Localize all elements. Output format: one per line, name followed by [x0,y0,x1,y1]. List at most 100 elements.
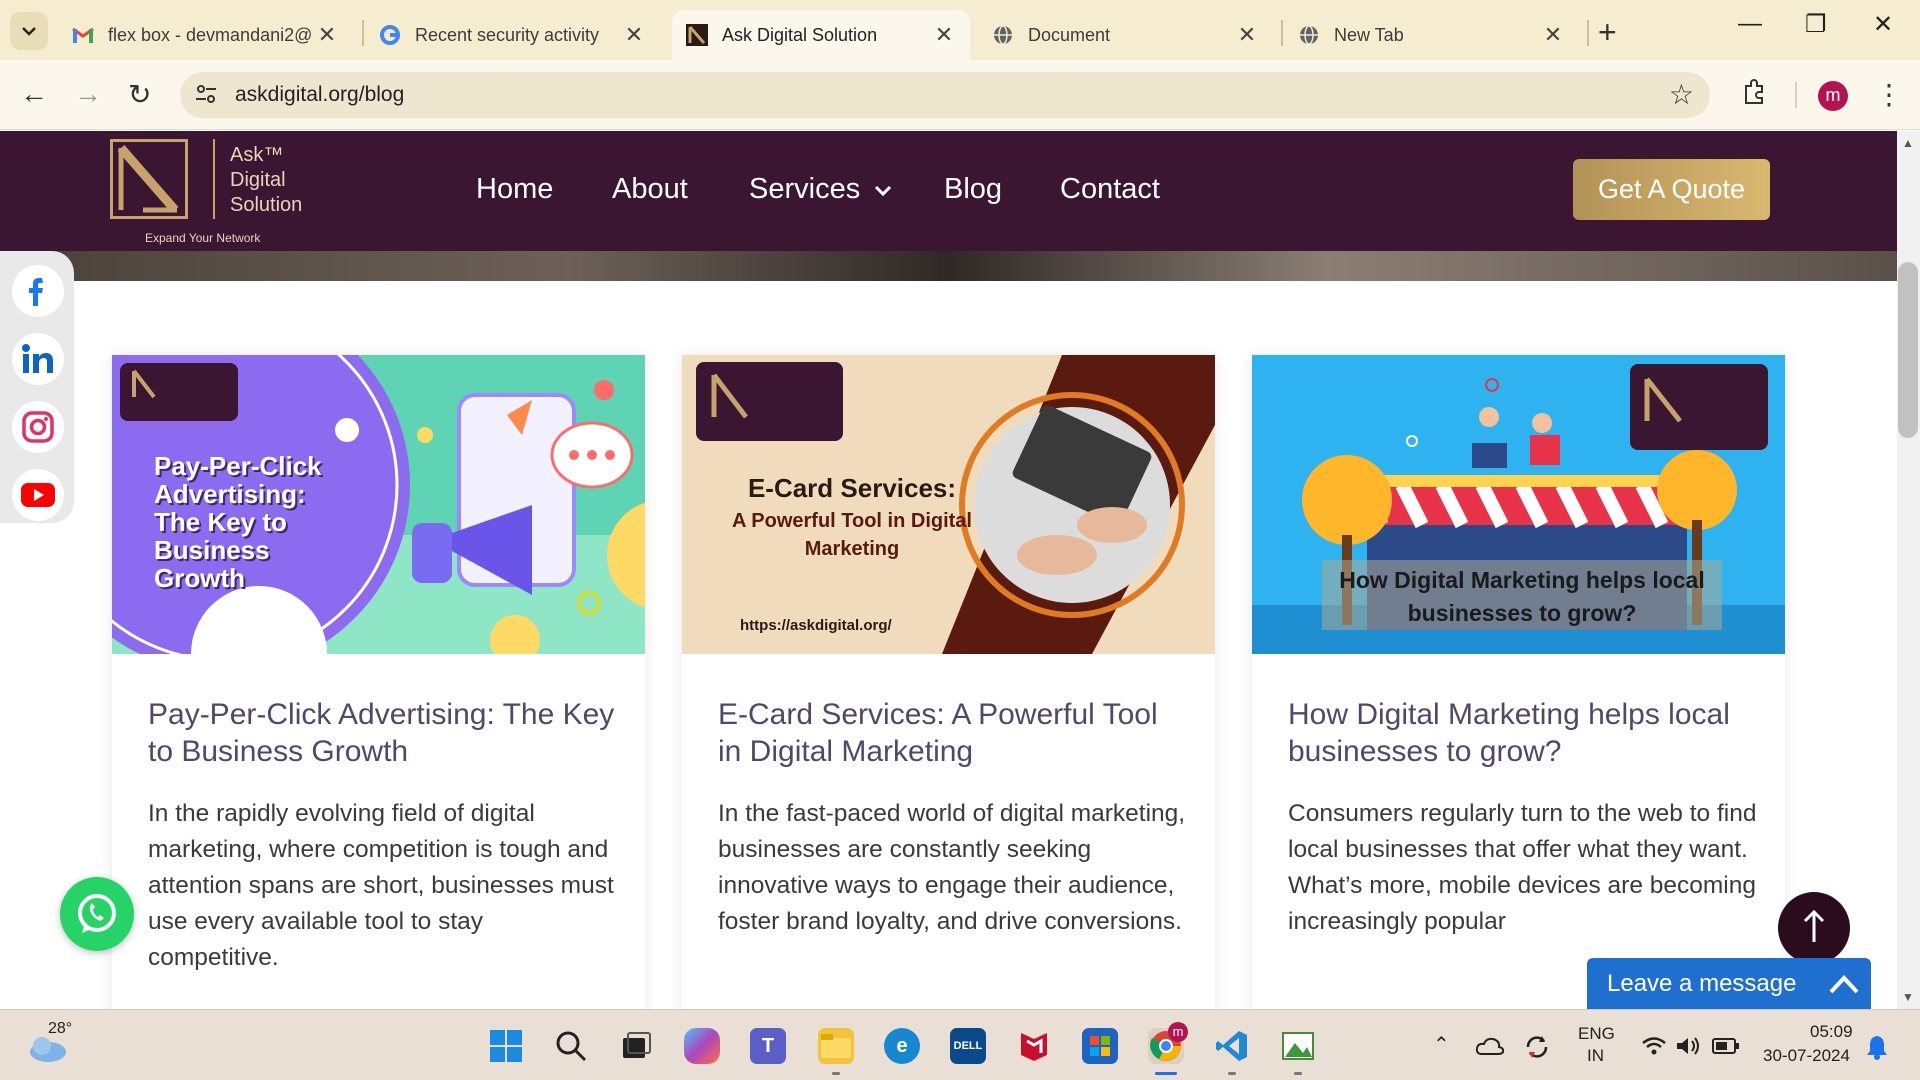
youtube-icon[interactable] [12,469,64,521]
whatsapp-icon[interactable] [60,877,134,951]
battery-icon[interactable] [1712,1038,1740,1059]
address-bar[interactable]: askdigital.org/blog ☆ [180,72,1710,118]
nav-services[interactable]: Services [749,173,892,206]
scroll-down-icon[interactable]: ▼ [1902,990,1914,1004]
forward-icon[interactable]: → [74,78,102,110]
hero-image-strip [0,251,1897,281]
menu-kebab-icon[interactable]: ⋮ [1875,78,1903,111]
chevron-down-icon [22,27,36,36]
thumbnail-subtext: A Powerful Tool in Digital Marketing [732,510,972,560]
mcafee-icon[interactable] [1016,1028,1052,1064]
logo-tagline: Expand Your Network [145,231,261,245]
teams-icon[interactable]: T [750,1028,786,1064]
thumbnail-text: How Digital Marketing helps local busine… [1339,567,1705,626]
get-a-quote-button[interactable]: Get A Quote [1573,159,1770,220]
tab-ask-digital[interactable]: Ask Digital Solution ✕ [672,10,970,60]
logo-divider [213,139,215,219]
tab-separator [1587,20,1589,46]
scroll-thumb[interactable] [1898,262,1918,438]
tab-document[interactable]: Document ✕ [978,10,1273,60]
new-tab-icon[interactable]: + [1598,14,1617,51]
windows-start-icon[interactable] [488,1028,524,1064]
minimize-icon[interactable]: — [1738,10,1762,38]
nav-blog[interactable]: Blog [944,173,1002,206]
back-icon[interactable]: ← [20,78,48,110]
logo-line-1: Ask™ [230,144,284,166]
copilot-icon[interactable] [684,1028,720,1064]
page-viewport: Ask™ Digital Solution Expand Your Networ… [0,131,1897,1009]
language-indicator[interactable]: ENG [1578,1024,1615,1044]
post-thumbnail[interactable]: E-Card Services: A Powerful Tool in Digi… [682,355,1215,654]
tab-security[interactable]: Recent security activity ✕ [365,10,660,60]
task-view-icon[interactable] [618,1028,654,1064]
weather-temp[interactable]: 28° [48,1020,72,1038]
site-logo[interactable]: Ask™ Digital Solution Expand Your Networ… [110,135,320,247]
close-icon[interactable]: ✕ [315,22,339,48]
scroll-up-icon[interactable]: ▲ [1902,136,1914,150]
close-icon[interactable]: ✕ [932,22,956,48]
chevron-up-icon [1829,975,1859,994]
post-title[interactable]: E-Card Services: A Powerful Tool in Digi… [718,696,1188,770]
url-text[interactable]: askdigital.org/blog [235,83,404,107]
nav-contact[interactable]: Contact [1060,173,1160,206]
ms-store-icon[interactable] [1082,1028,1118,1064]
instagram-icon[interactable] [12,401,64,453]
post-thumbnail[interactable]: Pay-Per-Click Advertising: The Key to Bu… [112,355,645,654]
thumbnail-url: https://askdigital.org/ [740,617,892,634]
close-icon[interactable]: ✕ [622,22,646,48]
notification-bell-icon[interactable] [1866,1034,1888,1065]
clock-date[interactable]: 30-07-2024 [1763,1046,1850,1066]
tab-label: flex box - devmandani2@ [108,24,313,45]
back-to-top-button[interactable] [1778,892,1850,964]
post-title[interactable]: Pay-Per-Click Advertising: The Key to Bu… [148,696,618,770]
extensions-icon[interactable] [1740,78,1768,111]
active-indicator [1155,1072,1177,1075]
sync-icon[interactable] [1524,1034,1550,1065]
image-app-icon[interactable] [1280,1028,1316,1064]
blog-card[interactable]: Pay-Per-Click Advertising: The Key to Bu… [112,355,645,1009]
reload-icon[interactable]: ↻ [128,78,151,111]
file-explorer-icon[interactable] [818,1028,854,1064]
volume-icon[interactable] [1675,1036,1701,1061]
tab-label: Ask Digital Solution [722,24,878,45]
facebook-icon[interactable] [12,265,64,317]
vscode-icon[interactable] [1214,1028,1250,1064]
post-thumbnail[interactable]: How Digital Marketing helps local busine… [1252,355,1785,654]
browser-toolbar: ← → ↻ askdigital.org/blog ☆ m ⋮ [0,60,1920,130]
nav-home[interactable]: Home [476,173,553,206]
search-icon[interactable] [553,1028,589,1064]
edge-icon[interactable]: e [884,1028,920,1064]
close-icon[interactable]: ✕ [1541,22,1565,48]
arrow-up-icon [1803,909,1825,942]
blog-card[interactable]: How Digital Marketing helps local busine… [1252,355,1785,1009]
globe-icon [992,24,1014,46]
post-title[interactable]: How Digital Marketing helps local busine… [1288,696,1758,770]
nav-about[interactable]: About [612,173,688,206]
close-icon[interactable]: ✕ [1235,22,1259,48]
dell-icon[interactable]: DELL [950,1028,986,1064]
logo-line-2: Digital [230,169,286,191]
leave-message-widget[interactable]: Leave a message [1587,958,1871,1009]
tab-new[interactable]: New Tab ✕ [1284,10,1579,60]
tab-search-button[interactable] [10,12,48,50]
site-settings-icon[interactable] [194,82,218,111]
onedrive-icon[interactable] [1475,1036,1505,1061]
tab-gmail[interactable]: flex box - devmandani2@ ✕ [58,10,353,60]
blog-card[interactable]: E-Card Services: A Powerful Tool in Digi… [682,355,1215,1009]
chrome-profile-badge: m [1168,1022,1188,1042]
tab-label: Document [1028,24,1111,45]
gmail-icon [72,24,94,46]
region-indicator[interactable]: IN [1587,1046,1604,1066]
profile-avatar[interactable]: m [1818,81,1848,111]
window-close-icon[interactable]: ✕ [1873,10,1893,39]
restore-icon[interactable]: ❐ [1805,10,1827,39]
chevron-up-icon[interactable]: ⌃ [1433,1032,1450,1057]
wifi-icon[interactable] [1641,1036,1667,1061]
linkedin-icon[interactable] [12,333,64,385]
site-header: Ask™ Digital Solution Expand Your Networ… [0,131,1897,251]
post-excerpt: Consumers regularly turn to the web to f… [1288,800,1757,935]
clock-time[interactable]: 05:09 [1810,1022,1853,1042]
bookmark-star-icon[interactable]: ☆ [1669,78,1694,111]
logo-mark [110,139,188,219]
toolbar-separator [1795,82,1797,108]
